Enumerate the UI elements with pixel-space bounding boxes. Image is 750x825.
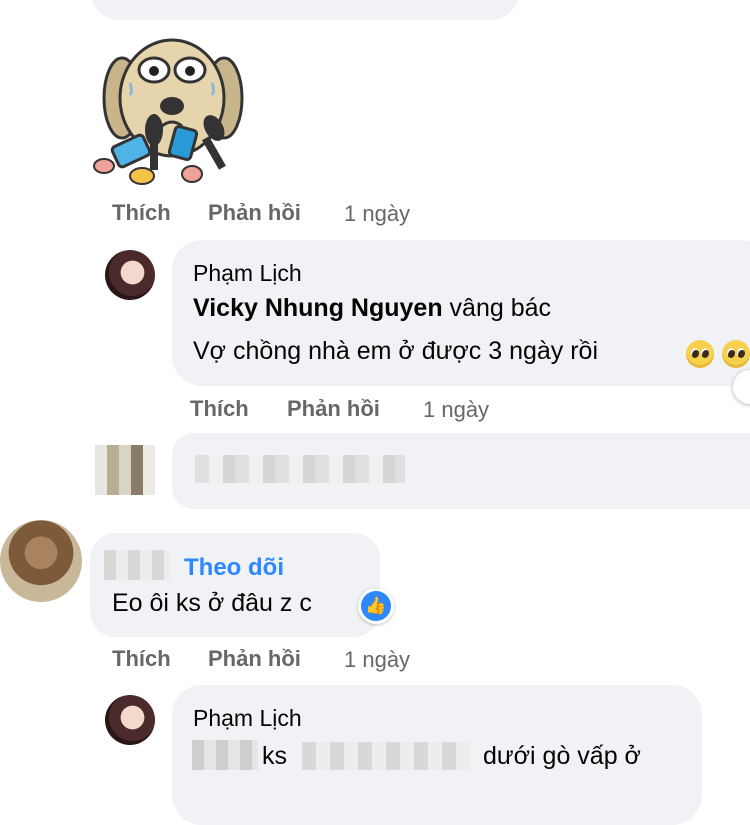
comment-timestamp[interactable]: 1 ngày xyxy=(344,647,410,673)
sticker-image xyxy=(93,38,244,185)
reporter-dog-sticker xyxy=(92,28,252,188)
comment-bubble xyxy=(90,533,380,637)
reply-button[interactable]: Phản hồi xyxy=(208,646,301,672)
mention-link[interactable]: Vicky Nhung Nguyen xyxy=(193,294,443,322)
comment-text: dưới gò vấp ở xyxy=(483,742,641,770)
comment-author[interactable]: Phạm Lịch xyxy=(193,260,302,287)
redacted-text xyxy=(302,742,470,770)
comment-author[interactable]: Phạm Lịch xyxy=(193,705,302,732)
comment-text: vâng bác xyxy=(442,294,552,322)
avatar[interactable] xyxy=(105,250,155,300)
avatar[interactable] xyxy=(0,520,82,602)
comment-timestamp[interactable]: 1 ngày xyxy=(423,397,489,423)
comment-line-1: Vicky Nhung Nguyen vâng bác xyxy=(193,294,551,323)
comment-line-2: Vợ chồng nhà em ở được 3 ngày rồi xyxy=(193,337,599,365)
pleading-face-emoji-icon xyxy=(686,340,714,368)
comment-timestamp[interactable]: 1 ngày xyxy=(344,201,410,227)
previous-comment-bubble xyxy=(90,0,520,20)
comment-text: Eo ôi ks ở đâu z c xyxy=(112,589,312,617)
redacted-text xyxy=(195,455,405,483)
follow-link[interactable]: Theo dõi xyxy=(184,554,284,582)
pleading-face-emoji-icon xyxy=(722,340,750,368)
reply-button[interactable]: Phản hồi xyxy=(287,396,380,422)
avatar[interactable] xyxy=(105,695,155,745)
redacted-author-name xyxy=(104,550,170,580)
like-button[interactable]: Thích xyxy=(112,646,171,672)
like-icon[interactable]: 👍 xyxy=(358,588,394,624)
like-button[interactable]: Thích xyxy=(112,200,171,226)
comment-text: ks xyxy=(262,742,287,770)
reply-button[interactable]: Phản hồi xyxy=(208,200,301,226)
avatar[interactable] xyxy=(95,445,155,495)
redacted-text xyxy=(192,740,258,770)
like-button[interactable]: Thích xyxy=(190,396,249,422)
